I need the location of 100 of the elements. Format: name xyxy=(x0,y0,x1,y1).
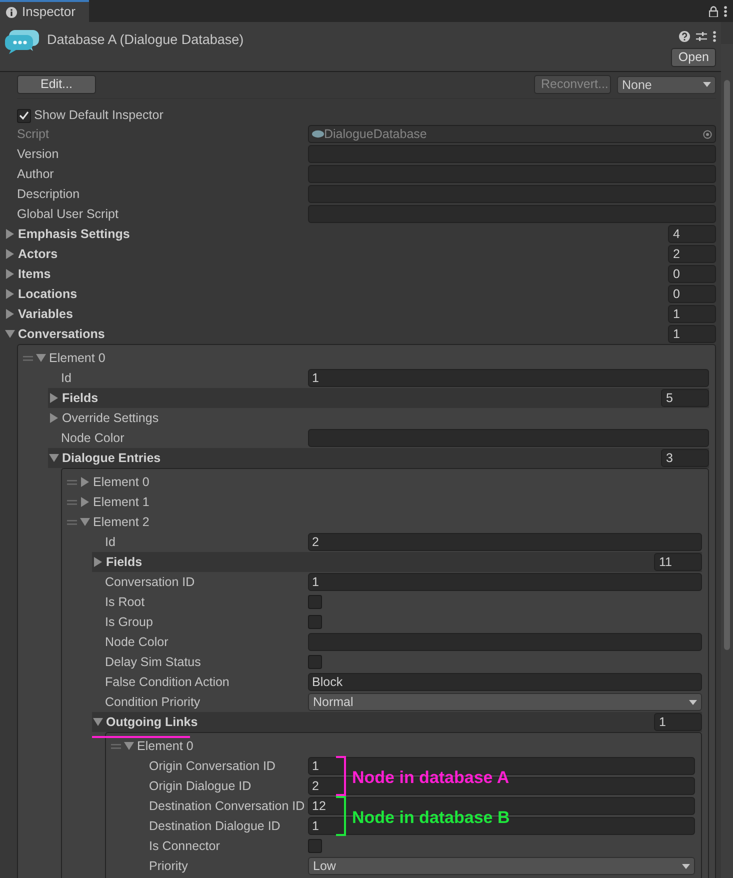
kebab-menu-icon[interactable] xyxy=(713,31,716,42)
text-field[interactable]: 1 xyxy=(308,369,709,387)
text-field[interactable] xyxy=(308,429,709,447)
property-label: Destination Dialogue ID xyxy=(149,818,282,835)
expand-arrow-icon[interactable] xyxy=(6,309,14,319)
count-field[interactable]: 5 xyxy=(661,389,709,407)
show-default-inspector-checkbox[interactable] xyxy=(17,108,31,122)
collapse-arrow-icon[interactable] xyxy=(93,718,103,726)
drag-handle-icon[interactable] xyxy=(23,356,33,360)
count-field[interactable]: 0 xyxy=(668,285,716,303)
property-label: Items xyxy=(18,266,52,283)
collapse-arrow-icon[interactable] xyxy=(5,330,15,338)
help-icon[interactable] xyxy=(678,31,690,42)
lock-icon[interactable] xyxy=(708,6,718,16)
caret-icon xyxy=(689,700,697,704)
format-dropdown[interactable]: None xyxy=(617,76,716,94)
chat-bubbles-icon xyxy=(5,28,39,54)
target-icon[interactable] xyxy=(703,130,712,138)
expand-arrow-icon[interactable] xyxy=(6,289,14,299)
property-label: Condition Priority xyxy=(105,694,202,711)
drag-handle-icon[interactable] xyxy=(67,520,77,524)
checkbox[interactable] xyxy=(308,655,322,669)
count-field[interactable]: 0 xyxy=(668,265,716,283)
property-label: Locations xyxy=(18,286,78,303)
count-field[interactable]: 2 xyxy=(668,245,716,263)
settings-sliders-icon[interactable] xyxy=(696,31,707,42)
property-label: Dialogue Entries xyxy=(62,450,162,467)
property-label: Conversation ID xyxy=(105,574,196,591)
property-label: Origin Conversation ID xyxy=(149,758,276,775)
collapse-arrow-icon[interactable] xyxy=(80,518,90,526)
property-label: Actors xyxy=(18,246,59,263)
property-label: Version xyxy=(17,146,60,163)
checkbox-label: Show Default Inspector xyxy=(34,107,164,124)
collapse-arrow-icon[interactable] xyxy=(49,454,59,462)
expand-arrow-icon[interactable] xyxy=(6,229,14,239)
count-field[interactable]: 1 xyxy=(668,305,716,323)
drag-handle-icon[interactable] xyxy=(67,500,77,504)
kebab-menu-icon[interactable] xyxy=(724,6,727,16)
collapse-arrow-icon[interactable] xyxy=(124,742,134,750)
property-label: Is Root xyxy=(105,594,146,611)
inspector-tab[interactable]: Inspector xyxy=(0,0,90,22)
expand-arrow-icon[interactable] xyxy=(50,393,58,403)
property-label: Node Color xyxy=(61,430,126,447)
property-label: Global User Script xyxy=(17,206,120,223)
property-label: Emphasis Settings xyxy=(18,226,131,243)
element-label: Element 0 xyxy=(49,350,106,367)
dropdown[interactable]: Low xyxy=(308,857,695,875)
property-label: Conversations xyxy=(18,326,106,343)
checkbox[interactable] xyxy=(308,839,322,853)
edit-button[interactable]: Edit... xyxy=(17,75,96,94)
expand-arrow-icon[interactable] xyxy=(50,413,58,423)
property-label: Fields xyxy=(106,554,144,571)
element-label: Element 1 xyxy=(93,494,150,511)
element-label: Element 0 xyxy=(93,474,150,491)
collapse-arrow-icon[interactable] xyxy=(36,354,46,362)
property-label: Outgoing Links xyxy=(106,714,199,731)
scrollbar[interactable] xyxy=(721,44,733,878)
expand-arrow-icon[interactable] xyxy=(6,269,14,279)
property-label: Id xyxy=(61,370,72,387)
count-field[interactable]: 4 xyxy=(668,225,716,243)
text-field[interactable]: 1 xyxy=(308,573,702,591)
count-field[interactable]: 1 xyxy=(668,325,716,343)
property-label: Script xyxy=(17,126,50,143)
property-label: Author xyxy=(17,166,55,183)
property-label: Id xyxy=(105,534,116,551)
property-label: Is Group xyxy=(105,614,154,631)
property-label: Override Settings xyxy=(62,410,160,427)
property-label: Description xyxy=(17,186,81,203)
count-field[interactable]: 11 xyxy=(654,553,702,571)
open-button[interactable]: Open xyxy=(671,48,716,68)
drag-handle-icon[interactable] xyxy=(67,480,77,484)
element-label: Element 0 xyxy=(137,738,194,755)
checkbox[interactable] xyxy=(308,595,322,609)
drag-handle-icon[interactable] xyxy=(111,744,121,748)
expand-arrow-icon[interactable] xyxy=(6,249,14,259)
caret-icon xyxy=(682,864,690,868)
element-label: Element 2 xyxy=(93,514,150,531)
asset-title: Database A (Dialogue Database) xyxy=(47,31,244,49)
checkbox[interactable] xyxy=(308,615,322,629)
property-label: Destination Conversation ID xyxy=(149,798,306,815)
text-field[interactable] xyxy=(308,633,702,651)
expand-arrow-icon[interactable] xyxy=(81,497,89,507)
text-field[interactable]: Block xyxy=(308,673,702,691)
count-field[interactable]: 3 xyxy=(661,449,709,467)
text-field[interactable]: 2 xyxy=(308,533,702,551)
expand-arrow-icon[interactable] xyxy=(81,477,89,487)
property-label: Origin Dialogue ID xyxy=(149,778,252,795)
property-label: Is Connector xyxy=(149,838,221,855)
checkmark-icon xyxy=(19,111,29,120)
property-label: Priority xyxy=(149,858,189,875)
script-icon xyxy=(312,130,324,138)
dropdown[interactable]: Normal xyxy=(308,693,702,711)
property-label: Variables xyxy=(18,306,74,323)
property-label: Node Color xyxy=(105,634,170,651)
property-label: Delay Sim Status xyxy=(105,654,202,671)
info-icon xyxy=(6,6,17,18)
caret-icon xyxy=(703,82,711,87)
count-field[interactable]: 1 xyxy=(654,713,702,731)
expand-arrow-icon[interactable] xyxy=(94,557,102,567)
property-label: Fields xyxy=(62,390,100,407)
